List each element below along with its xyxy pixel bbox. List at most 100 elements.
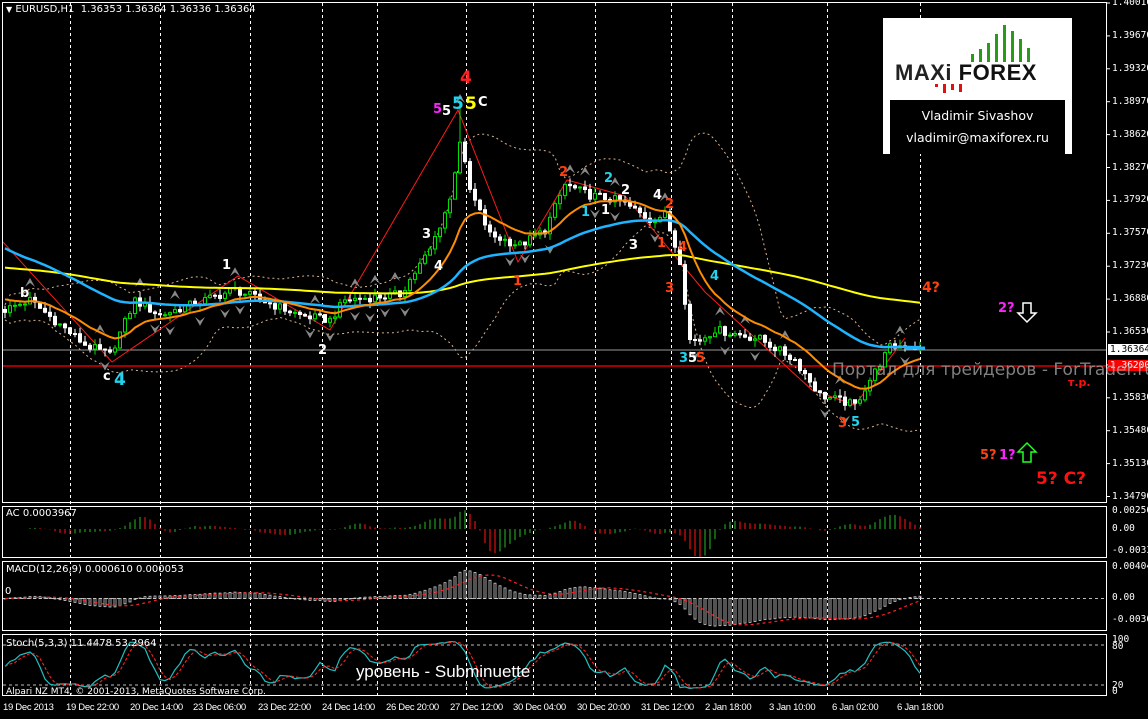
bull-candle xyxy=(243,293,247,296)
macd-bar xyxy=(443,582,447,599)
macd-bar xyxy=(273,595,277,599)
time-axis-label: 27 Dec 12:00 xyxy=(450,702,503,713)
bull-candle xyxy=(443,212,447,229)
macd-bar xyxy=(48,597,52,599)
price-axis-label: 1.35830 xyxy=(1112,391,1148,403)
bear-candle xyxy=(318,313,322,316)
bear-candle xyxy=(683,264,687,305)
macd-bar xyxy=(883,598,887,607)
fractal-up-icon xyxy=(370,274,380,284)
author-name: Vladimir Sivashov xyxy=(921,108,1034,123)
bull-candle xyxy=(433,236,437,250)
macd-bar xyxy=(258,593,262,599)
bear-candle xyxy=(378,294,382,299)
macd-bar xyxy=(568,587,572,599)
bull-candle xyxy=(163,314,167,317)
macd-bar xyxy=(58,598,62,601)
fractal-up-icon xyxy=(390,272,400,282)
wave-label: 4 xyxy=(678,240,688,255)
fractal-up-icon xyxy=(135,277,145,287)
fractal-up-icon xyxy=(310,294,320,304)
bull-candle xyxy=(313,313,317,320)
wave-label: 3 xyxy=(422,227,432,242)
macd-title: MACD(12,26,9) 0.000610 0.000053 xyxy=(6,564,184,575)
macd-bar xyxy=(818,598,822,620)
macd-bar xyxy=(383,595,387,599)
macd-bar xyxy=(83,598,87,605)
bear-candle xyxy=(103,348,107,351)
bear-candle xyxy=(823,391,827,400)
macd-bar xyxy=(528,594,532,599)
bull-candle xyxy=(353,297,357,302)
macd-bar xyxy=(608,589,612,599)
ac-histogram xyxy=(29,510,921,557)
bear-candle xyxy=(723,326,727,336)
bear-candle xyxy=(693,339,697,342)
bear-candle xyxy=(283,303,287,312)
bear-candle xyxy=(813,381,817,392)
ohlc-values: 1.36353 1.36364 1.36336 1.36364 xyxy=(80,4,256,15)
bear-candle xyxy=(63,323,67,329)
ac-pane-frame xyxy=(2,506,1107,558)
bull-candle xyxy=(228,288,232,294)
macd-bar xyxy=(838,598,842,620)
bear-candle xyxy=(568,183,572,187)
time-axis-label: 26 Dec 20:00 xyxy=(386,702,439,713)
bull-candle xyxy=(343,299,347,304)
macd-bar xyxy=(533,594,537,599)
macd-bar xyxy=(768,598,772,620)
fractal-down-icon xyxy=(305,329,315,339)
macd-bar xyxy=(143,596,147,599)
fractal-down-icon xyxy=(720,346,730,356)
time-axis-label: 23 Dec 22:00 xyxy=(258,702,311,713)
time-axis-label: 20 Dec 14:00 xyxy=(130,702,183,713)
triangle-down-icon[interactable]: ▼ xyxy=(6,5,12,14)
bear-candle xyxy=(638,207,642,214)
wave-label: 2 xyxy=(604,171,614,186)
price-axis-label: 1.38970 xyxy=(1112,95,1148,107)
macd-bar xyxy=(123,598,127,605)
macd-bar xyxy=(138,597,142,599)
ac-axis-min: -0.003395 xyxy=(1112,545,1148,556)
macd-bar xyxy=(438,584,442,599)
bear-candle xyxy=(153,311,157,315)
bear-candle xyxy=(48,311,52,317)
fractal-down-icon xyxy=(610,212,620,222)
price-axis-label: 1.34790 xyxy=(1112,490,1148,502)
fractal-down-icon xyxy=(590,209,600,219)
macd-bar xyxy=(773,598,777,620)
macd-bar xyxy=(693,598,697,620)
wave-label: 4 xyxy=(710,269,720,284)
bear-candle xyxy=(83,341,87,346)
macd-bar xyxy=(53,598,57,600)
bear-candle xyxy=(98,344,102,350)
logo-brand-right: FOREX xyxy=(958,60,1037,85)
ac-axis-max: 0.002566 xyxy=(1112,505,1148,516)
bear-candle xyxy=(773,346,777,352)
bear-candle xyxy=(588,189,592,200)
maxiforex-logo: MAXi FOREX Vladimir Sivashov vladimir@ma… xyxy=(883,18,1072,154)
bear-candle xyxy=(768,341,772,348)
macd-bar xyxy=(743,598,747,624)
wave-label: 2 xyxy=(665,197,675,212)
macd-bar xyxy=(8,597,12,599)
macd-bar xyxy=(408,593,412,599)
bear-candle xyxy=(573,185,577,189)
zigzag-line xyxy=(3,108,906,406)
bull-candle xyxy=(408,278,412,292)
bull-candle xyxy=(8,305,12,313)
bear-candle xyxy=(493,231,497,238)
forecast-wave-5: 5? xyxy=(980,448,997,463)
bull-candle xyxy=(733,332,737,336)
bull-candle xyxy=(833,395,837,398)
macd-bar xyxy=(488,579,492,599)
bear-candle xyxy=(853,399,857,404)
day-separators xyxy=(70,3,921,695)
macd-bar xyxy=(853,598,857,619)
stoch-title: Stoch(5,3,3) 11.4478 53.2964 xyxy=(6,638,157,649)
macd-bar xyxy=(913,596,917,599)
macd-bar xyxy=(513,591,517,599)
bear-candle xyxy=(688,303,692,341)
macd-bar xyxy=(283,596,287,599)
author-email[interactable]: vladimir@maxiforex.ru xyxy=(890,130,1065,145)
